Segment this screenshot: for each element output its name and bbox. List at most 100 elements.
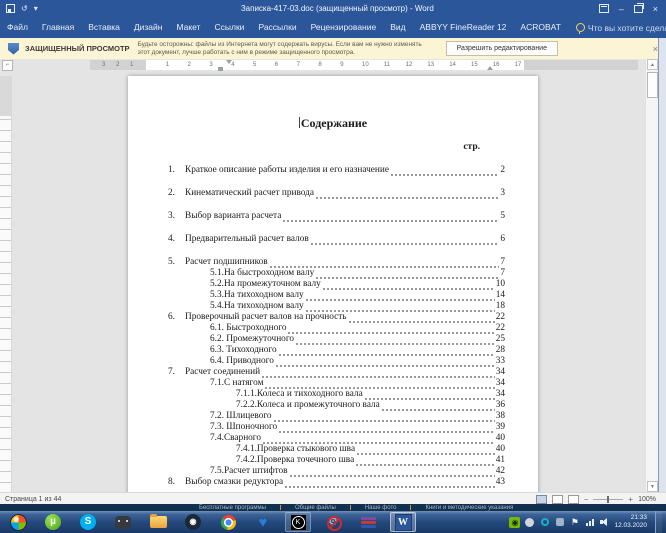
toc-item-page: 34 <box>495 378 505 388</box>
ribbon-tab-вставка[interactable]: Вставка <box>81 17 127 38</box>
vertical-ruler[interactable] <box>0 76 12 492</box>
heart-icon: ♥ <box>258 513 268 531</box>
misc-tray-icon[interactable] <box>554 517 565 528</box>
minimize-icon[interactable]: – <box>619 4 624 14</box>
web-layout-icon[interactable] <box>567 494 579 504</box>
enable-editing-button[interactable]: Разрешить редактирование <box>445 41 558 56</box>
toc-item-page: 41 <box>495 455 505 465</box>
taskbar-button-skype[interactable]: S <box>75 512 101 532</box>
zoom-level[interactable]: 100% <box>638 496 656 503</box>
save-icon[interactable] <box>6 4 15 13</box>
ribbon-tab-рассылки[interactable]: Рассылки <box>251 17 303 38</box>
ribbon-tab-главная[interactable]: Главная <box>35 17 81 38</box>
taskbar-button-steam[interactable]: ◉ <box>180 512 206 532</box>
taskbar-toolbar-label[interactable]: Бесплатные программы <box>185 505 280 511</box>
dot-leader <box>347 314 495 323</box>
window-border <box>658 38 666 504</box>
network-icon[interactable] <box>584 517 595 528</box>
undo-icon[interactable]: ↺ <box>21 4 28 13</box>
ribbon-display-options-icon[interactable] <box>598 4 609 13</box>
zoom-slider-thumb[interactable] <box>607 495 610 503</box>
toc-item-label: 5.4.На тихоходном валу <box>210 301 304 311</box>
ribbon-tab-ссылки[interactable]: Ссылки <box>208 17 252 38</box>
scrollbar-thumb[interactable] <box>647 72 658 98</box>
zoom-in-icon[interactable]: + <box>628 495 633 504</box>
zoom-out-icon[interactable]: − <box>584 495 589 504</box>
taskbar-button-blocked[interactable]: ⚙ <box>320 512 346 532</box>
taskbar-button-word[interactable]: W <box>390 512 416 532</box>
ribbon-tab-acrobat[interactable]: ACROBAT <box>513 17 567 38</box>
close-icon[interactable]: × <box>653 4 658 14</box>
ribbon-tab-рецензирование[interactable]: Рецензирование <box>304 17 384 38</box>
taskbar-button-heart[interactable]: ♥ <box>250 512 276 532</box>
toc-item-label: 5.1.На быстроходном валу <box>210 268 315 278</box>
dot-leader <box>274 358 495 367</box>
toc-item-label: 6.2. Промежуточного <box>210 334 295 344</box>
document-page[interactable]: Содержание стр. 1. Краткое описание работ… <box>128 76 538 492</box>
system-tray: ◉ ⚑ 21:33 12.03.2020 <box>509 511 666 533</box>
viber-tray-icon[interactable] <box>539 517 550 528</box>
dot-leader <box>282 213 500 222</box>
ribbon-tab-abbyy-finereader-12[interactable]: ABBYY FineReader 12 <box>413 17 514 38</box>
taskbar-button-winrar[interactable] <box>355 512 381 532</box>
toc-item: 1. Краткое описание работы изделия и его … <box>168 165 505 176</box>
action-center-flag-icon[interactable]: ⚑ <box>569 517 580 528</box>
taskbar-button-explorer[interactable] <box>145 512 171 532</box>
nvidia-tray-icon[interactable]: ◉ <box>509 516 521 528</box>
taskbar-button-start[interactable] <box>5 512 31 532</box>
read-mode-icon[interactable] <box>535 494 547 504</box>
ruler-number: 13 <box>427 62 435 68</box>
toc-item-page: 25 <box>495 334 505 344</box>
utorrent-icon: µ <box>45 514 61 530</box>
page-indicator[interactable]: Страница 1 из 44 <box>0 496 61 503</box>
toc-item-page: 40 <box>495 444 505 454</box>
tell-me-box[interactable]: Что вы хотите сделать? <box>575 23 666 34</box>
toc-item-page: 36 <box>495 400 505 410</box>
toc-item: 5.2.На промежуточном валу 10 <box>168 279 505 290</box>
dot-leader <box>295 336 495 345</box>
ribbon-tabs: Файл Главная Вставка Дизайн Макет Ссылки Рассы… <box>0 17 568 38</box>
volume-icon[interactable] <box>599 517 610 528</box>
dot-leader <box>284 479 495 488</box>
tab-selector-icon[interactable]: ⌐ <box>2 60 13 71</box>
toc-item: 5.1.На быстроходном валу 7 <box>168 268 505 279</box>
taskbar-button-chrome[interactable] <box>215 512 241 532</box>
toc-item: 7.4.1.Проверка стыкового шва 40 <box>168 444 505 455</box>
blocked-app-icon: ⚙ <box>326 515 342 531</box>
protected-view-label: ЗАЩИЩЕННЫЙ ПРОСМОТР <box>25 44 130 53</box>
toc-item: 5.4.На тихоходном валу 18 <box>168 301 505 312</box>
taskbar-button-discord[interactable] <box>110 512 136 532</box>
taskbar-button-utorrent[interactable]: µ <box>40 512 66 532</box>
ribbon-tab-вид[interactable]: Вид <box>383 17 412 38</box>
toc-item-page: 5 <box>500 211 505 221</box>
ruler-number: 9 <box>340 62 344 68</box>
restore-icon[interactable] <box>633 2 644 13</box>
customize-quick-access-icon[interactable]: ▾ <box>34 4 38 13</box>
print-layout-icon[interactable] <box>551 494 563 504</box>
scroll-up-icon[interactable]: ▲ <box>647 59 658 70</box>
ribbon-tab-file[interactable]: Файл <box>0 17 35 38</box>
dot-leader <box>268 259 500 268</box>
show-desktop-button[interactable] <box>655 511 662 533</box>
scroll-down-icon[interactable]: ▼ <box>647 481 658 492</box>
taskbar-toolbar-label[interactable]: Наше фото <box>351 505 411 511</box>
taskbar-toolbar-label[interactable]: Общие файлы <box>281 505 350 511</box>
ruler-number: 12 <box>405 62 413 68</box>
toc-item: 6. Проверочный расчет валов на прочность 2… <box>168 312 505 323</box>
taskbar-button-kinopoisk[interactable]: K <box>285 512 311 532</box>
taskbar-toolbar-label[interactable]: Книги и методические указания <box>411 505 527 511</box>
horizontal-ruler[interactable]: 3 2 1 1 2 3 4 5 6 7 8 9 10 11 12 13 14 15 16 17 <box>90 60 638 71</box>
toc-item-number: 8. <box>168 477 175 487</box>
ribbon-tab-макет[interactable]: Макет <box>169 17 207 38</box>
winrar-icon <box>360 516 376 528</box>
toc-item-label: Кинематический расчет привода <box>185 188 315 198</box>
ribbon-tab-дизайн[interactable]: Дизайн <box>127 17 170 38</box>
zoom-slider[interactable] <box>593 495 624 503</box>
toc-item: 7.1.1.Колеса и тихоходного вала 34 <box>168 389 505 400</box>
toc-item-number: 7. <box>168 367 175 377</box>
toc-item-page: 2 <box>500 165 505 175</box>
vertical-scrollbar[interactable]: ▲ ▼ <box>645 59 659 492</box>
taskbar-clock[interactable]: 21:33 12.03.2020 <box>614 514 651 530</box>
protected-view-bar: ЗАЩИЩЕННЫЙ ПРОСМОТР Будьте осторожны: фа… <box>0 38 666 60</box>
tray-app-icon[interactable] <box>524 517 535 528</box>
